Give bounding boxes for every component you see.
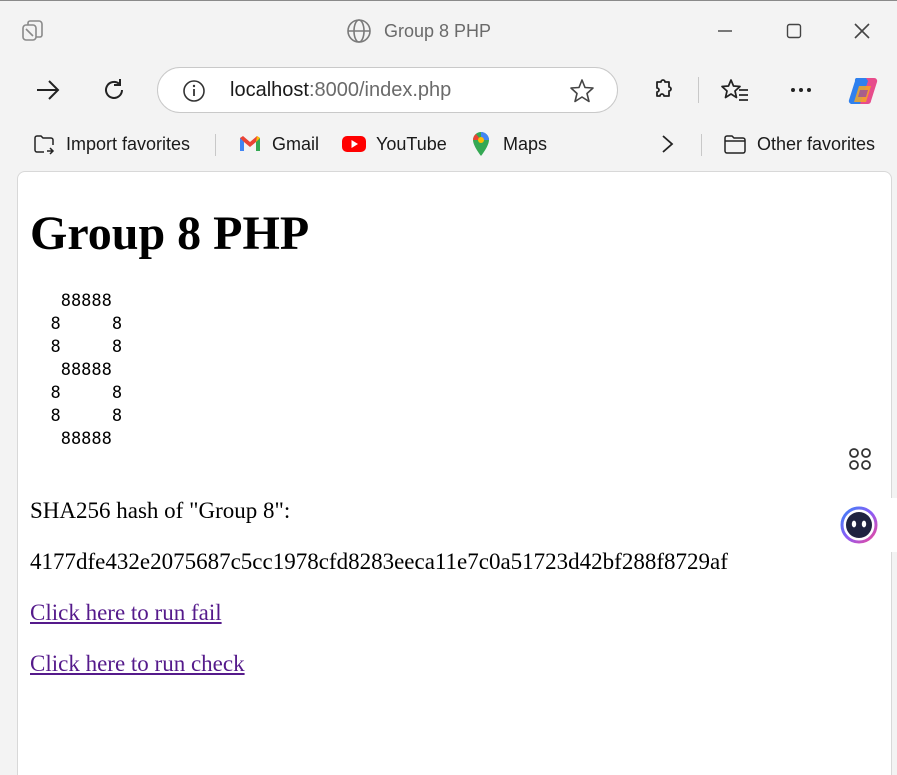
ascii-art: 88888 8 8 8 8 88888 8 8 8 8 88888 — [50, 291, 123, 449]
info-icon[interactable] — [182, 79, 206, 103]
import-favorites-icon — [32, 132, 56, 156]
fav-label: Import favorites — [66, 133, 191, 154]
favorite-star-icon[interactable] — [568, 77, 596, 105]
window-title-text: Group 8 PHP — [384, 20, 492, 41]
navigation-toolbar: localhost:8000/index.php — [0, 59, 897, 121]
assistant-button[interactable] — [820, 498, 897, 552]
run-check-link[interactable]: Click here to run check — [30, 651, 245, 677]
window-title: Group 8 PHP — [346, 17, 491, 45]
url-host: localhost — [230, 79, 309, 101]
page-heading: Group 8 PHP — [30, 207, 310, 260]
address-bar[interactable]: localhost:8000/index.php — [157, 67, 618, 113]
title-bar: Group 8 PHP — [0, 1, 897, 59]
fav-label: Maps — [503, 133, 548, 154]
maps-icon — [469, 132, 493, 156]
extensions-icon[interactable] — [647, 75, 677, 105]
fav-maps[interactable]: Maps — [469, 130, 547, 158]
page-content: Group 8 PHP 88888 8 8 8 8 88888 8 8 8 8 … — [17, 171, 892, 775]
favorites-separator — [215, 134, 216, 156]
hash-label: SHA256 hash of "Group 8": — [30, 498, 291, 523]
apps-grid-button[interactable] — [832, 431, 888, 487]
more-icon[interactable] — [786, 75, 816, 105]
maximize-icon[interactable] — [781, 18, 807, 44]
more-favorites-chevron-icon[interactable] — [657, 130, 677, 158]
refresh-icon[interactable] — [99, 75, 129, 105]
forward-icon[interactable] — [33, 75, 63, 105]
fav-youtube[interactable]: YouTube — [342, 130, 447, 158]
apps-grid-icon — [849, 448, 871, 470]
assistant-face-icon — [840, 506, 877, 544]
youtube-icon — [342, 132, 366, 156]
fav-import-favorites[interactable]: Import favorites — [32, 130, 190, 158]
fav-label: Other favorites — [757, 133, 876, 154]
favorites-bar: Import favorites Gmail YouTube Maps Othe… — [0, 121, 897, 167]
close-icon[interactable] — [849, 18, 875, 44]
fav-other-favorites[interactable]: Other favorites — [723, 130, 875, 158]
fav-gmail[interactable]: Gmail — [238, 130, 319, 158]
tabs-icon[interactable] — [20, 18, 46, 44]
run-fail-link[interactable]: Click here to run fail — [30, 600, 222, 626]
minimize-icon[interactable] — [712, 18, 738, 44]
favorites-icon[interactable] — [720, 75, 750, 105]
globe-icon — [347, 19, 371, 43]
url-path: :8000/index.php — [308, 79, 452, 101]
url-text[interactable]: localhost:8000/index.php — [230, 79, 451, 102]
hash-value: 4177dfe432e2075687c5cc1978cfd8283eeca11e… — [30, 549, 728, 574]
toolbar-separator — [698, 77, 699, 103]
fav-label: Gmail — [272, 133, 320, 154]
fav-label: YouTube — [376, 133, 447, 154]
gmail-icon — [238, 132, 262, 156]
favorites-separator — [701, 134, 702, 156]
copilot-icon[interactable] — [845, 73, 881, 109]
folder-icon — [723, 132, 747, 156]
